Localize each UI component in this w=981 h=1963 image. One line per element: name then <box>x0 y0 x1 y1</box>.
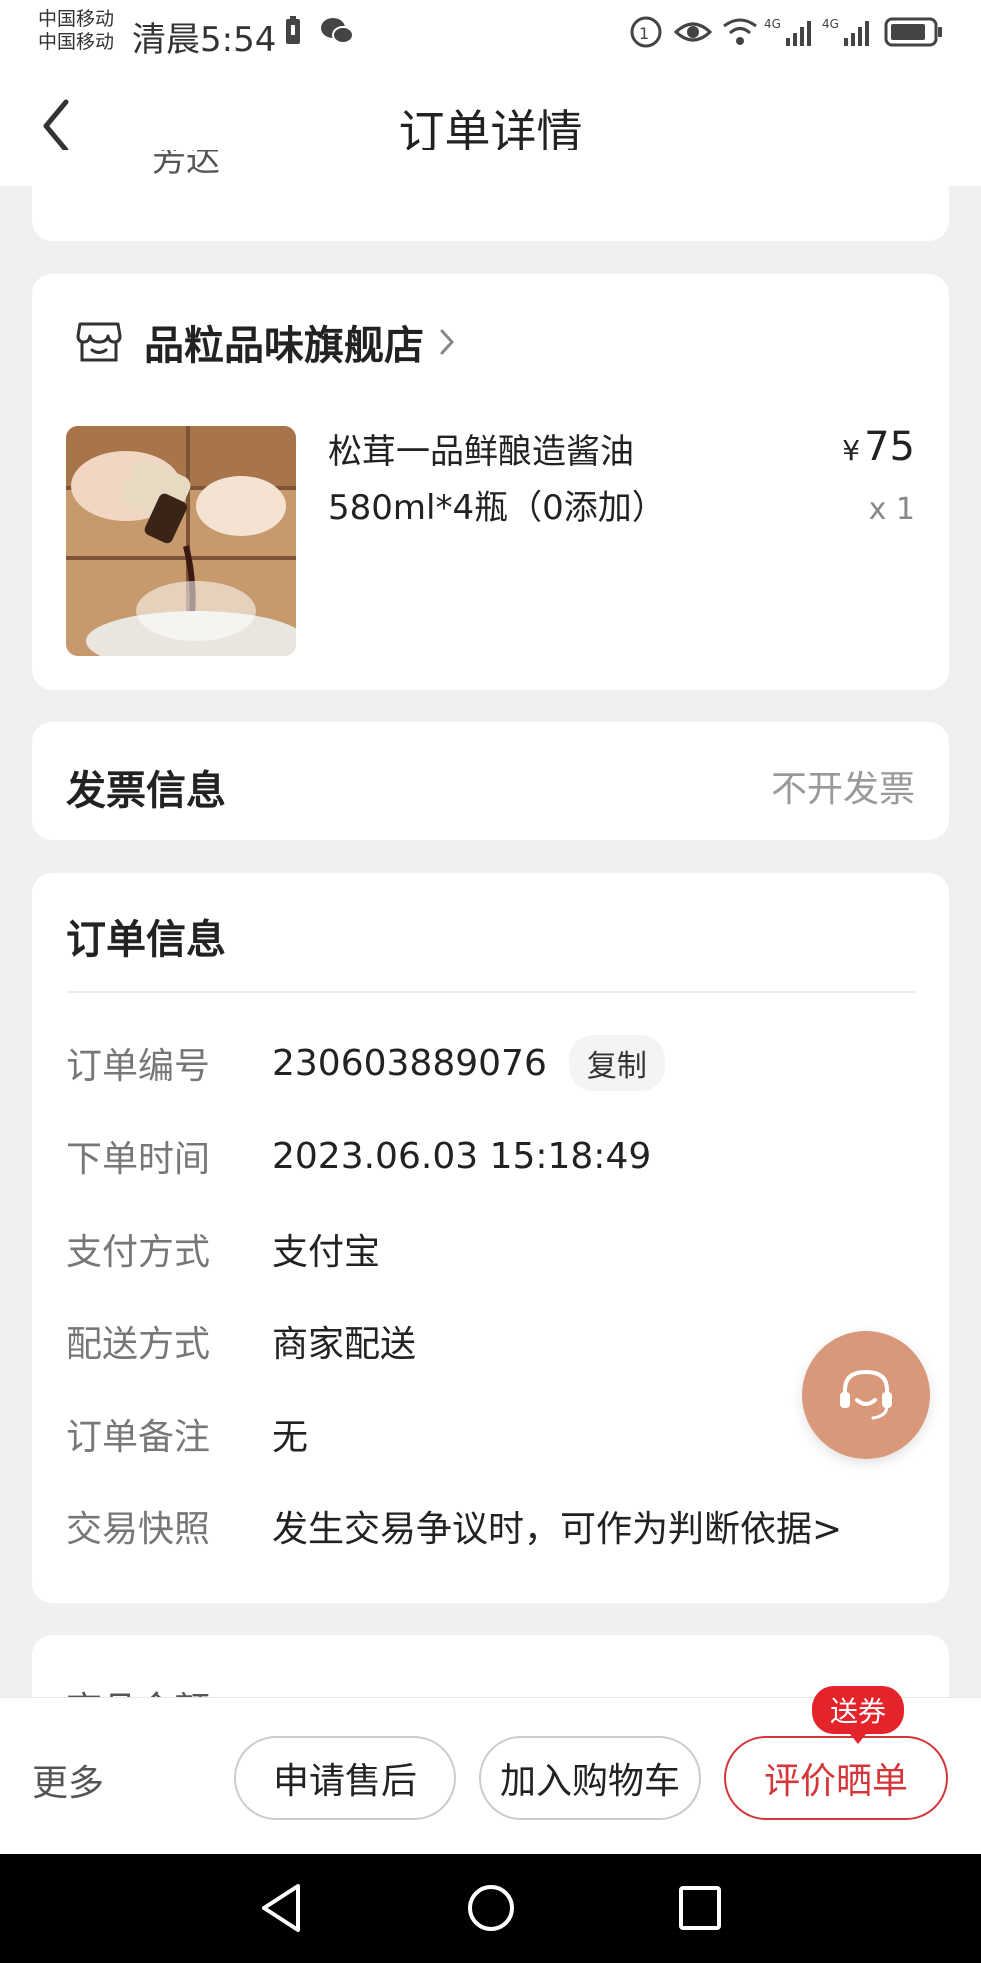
status-time: 清晨5:54 <box>132 20 277 60</box>
svg-text:1: 1 <box>639 24 649 43</box>
data-saver-icon: 1 <box>630 16 662 48</box>
payment-method-row: 支付方式 支付宝 <box>66 1221 380 1277</box>
signal-4g-icon-2: 4G <box>822 17 869 46</box>
battery-saver-icon <box>286 16 300 44</box>
review-button[interactable]: 评价晒单 <box>724 1736 948 1820</box>
order-number-value: 230603889076 <box>272 1042 547 1084</box>
product-image[interactable] <box>66 426 296 656</box>
invoice-label: 发票信息 <box>66 768 226 814</box>
price-value: 75 <box>864 424 915 470</box>
more-button[interactable]: 更多 <box>32 1754 104 1806</box>
order-info-title: 订单信息 <box>66 917 226 963</box>
payment-method-label: 支付方式 <box>66 1232 211 1273</box>
product-name[interactable]: 松茸一品鲜酿造酱油580ml*4瓶（0添加） <box>328 424 748 536</box>
order-number-row: 订单编号 230603889076 复制 <box>66 1035 665 1091</box>
store-link[interactable]: 品粒品味旗舰店 <box>74 312 456 372</box>
snapshot-row[interactable]: 交易快照 发生交易争议时，可作为判断依据> <box>66 1498 842 1554</box>
order-time-row: 下单时间 2023.06.03 15:18:49 <box>66 1128 651 1184</box>
svg-text:4G: 4G <box>764 17 781 31</box>
snapshot-label: 交易快照 <box>66 1509 211 1550</box>
store-icon <box>76 322 122 362</box>
order-note-value: 无 <box>272 1417 309 1458</box>
system-navigation-bar <box>0 1854 981 1963</box>
delivery-method-value: 商家配送 <box>272 1324 417 1365</box>
delivery-method-row: 配送方式 商家配送 <box>66 1313 416 1369</box>
add-to-cart-button[interactable]: 加入购物车 <box>479 1736 701 1820</box>
nav-back-icon[interactable] <box>256 1882 306 1934</box>
product-card: 品粒品味旗舰店 松茸一品鲜酿造酱油580ml*4瓶（0添加） ¥75 x 1 <box>32 274 949 690</box>
copy-button[interactable]: 复制 <box>568 1035 665 1091</box>
payment-method-value: 支付宝 <box>272 1232 381 1273</box>
nav-home-icon[interactable] <box>465 1882 517 1934</box>
order-note-row: 订单备注 无 <box>66 1406 308 1462</box>
bottom-action-bar: 更多 申请售后 加入购物车 评价晒单 送券 <box>0 1686 981 1854</box>
chevron-right-icon <box>440 329 455 355</box>
svg-text:4G: 4G <box>822 17 839 31</box>
order-time-value: 2023.06.03 15:18:49 <box>272 1135 652 1177</box>
order-number-label: 订单编号 <box>66 1046 211 1087</box>
order-note-label: 订单备注 <box>66 1417 211 1458</box>
invoice-value: 不开发票 <box>770 769 915 810</box>
currency-symbol: ¥ <box>842 434 861 467</box>
snapshot-link[interactable]: 发生交易争议时，可作为判断依据> <box>272 1500 842 1552</box>
battery-icon <box>884 17 942 47</box>
signal-4g-icon-1: 4G <box>764 17 811 46</box>
headset-icon <box>840 1369 892 1420</box>
address-text-partial: 芳达 <box>152 150 220 180</box>
order-info-card: 订单信息 订单编号 230603889076 复制 下单时间 2023.06.0… <box>32 873 949 1603</box>
product-price: ¥75 <box>842 424 915 470</box>
store-name: 品粒品味旗舰店 <box>144 323 424 369</box>
customer-service-button[interactable] <box>802 1331 930 1459</box>
nav-recents-icon[interactable] <box>676 1882 724 1934</box>
carrier-info: 中国移动 中国移动 <box>38 8 114 54</box>
wifi-icon <box>723 18 757 45</box>
invoice-card[interactable]: 发票信息 不开发票 <box>32 722 949 840</box>
address-card: 芳达 <box>32 150 949 241</box>
product-quantity: x 1 <box>868 492 915 527</box>
carrier-1: 中国移动 <box>38 8 115 30</box>
carrier-2: 中国移动 <box>38 31 115 53</box>
order-time-label: 下单时间 <box>66 1139 211 1180</box>
eye-comfort-icon <box>674 22 712 42</box>
after-sales-button[interactable]: 申请售后 <box>234 1736 456 1820</box>
divider <box>66 991 915 993</box>
coupon-badge: 送券 <box>812 1686 905 1744</box>
wechat-icon <box>321 18 354 44</box>
status-bar: 中国移动 中国移动 清晨5:54 1 4G 4G <box>0 0 981 66</box>
delivery-method-label: 配送方式 <box>66 1324 211 1365</box>
